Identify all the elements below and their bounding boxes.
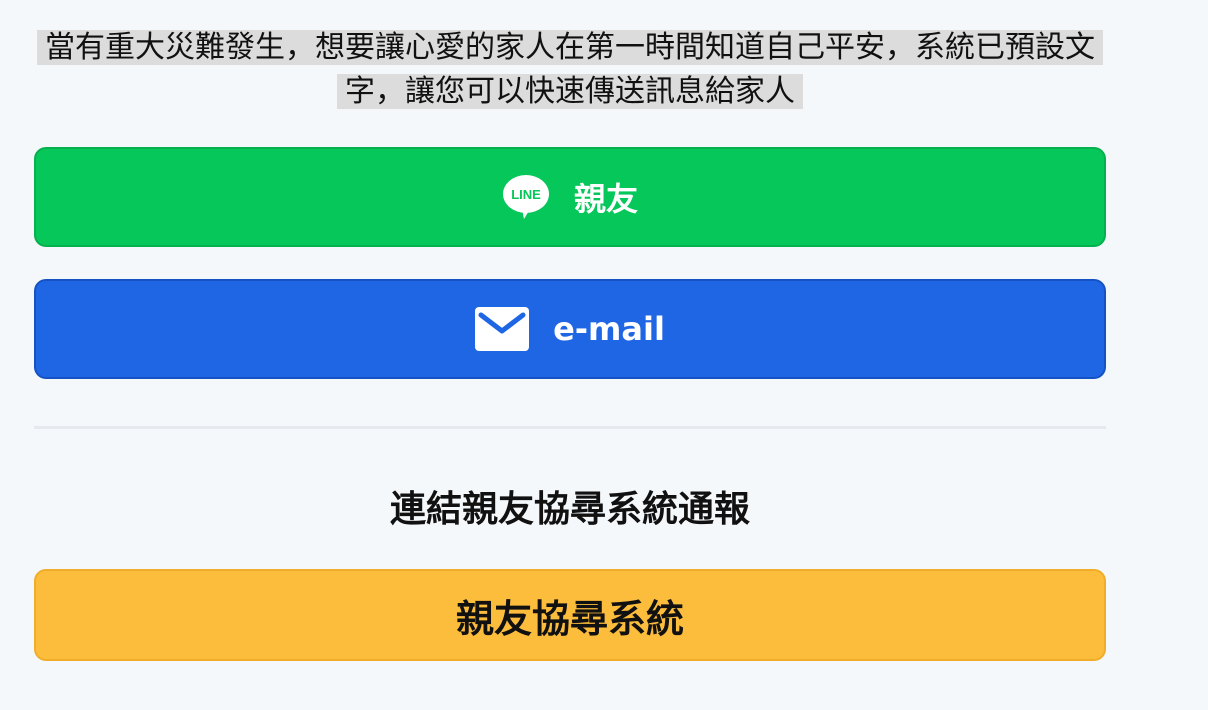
page: 當有重大災難發生，想要讓心愛的家人在第一時間知道自己平安，系統已預設文字，讓您可… — [0, 0, 1208, 710]
divider — [34, 426, 1106, 429]
email-share-button[interactable]: e-mail — [34, 279, 1106, 379]
family-search-system-button[interactable]: 親友協尋系統 — [34, 569, 1106, 661]
intro-text: 當有重大災難發生，想要讓心愛的家人在第一時間知道自己平安，系統已預設文字，讓您可… — [34, 26, 1106, 114]
line-icon-text: LINE — [511, 187, 541, 202]
intro-text-highlight: 當有重大災難發生，想要讓心愛的家人在第一時間知道自己平安，系統已預設文字，讓您可… — [37, 30, 1103, 109]
family-search-system-label: 親友協尋系統 — [455, 596, 684, 641]
line-share-button[interactable]: LINE 親友 — [34, 147, 1106, 247]
line-icon: LINE — [502, 173, 550, 221]
section-title: 連結親友協尋系統通報 — [389, 489, 750, 530]
email-button-label: e-mail — [553, 310, 665, 348]
mail-icon — [475, 307, 530, 351]
line-button-label: 親友 — [573, 180, 638, 218]
